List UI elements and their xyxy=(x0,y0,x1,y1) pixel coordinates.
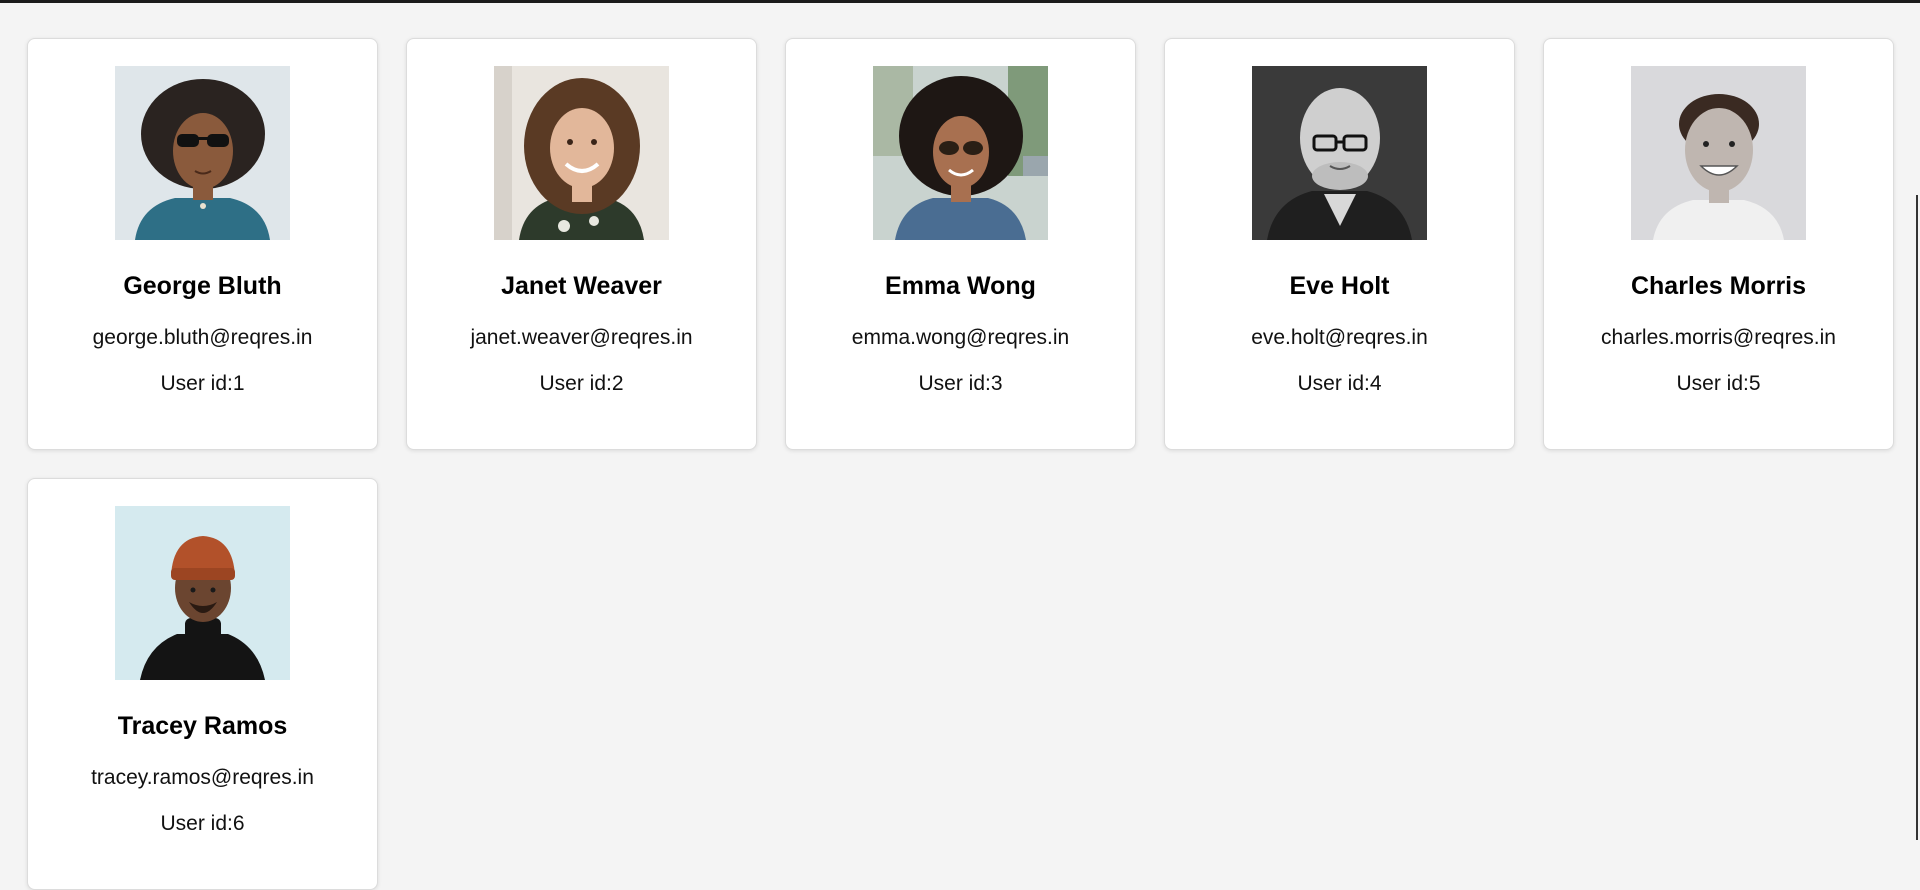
user-email: eve.holt@reqres.in xyxy=(1251,326,1428,349)
user-card: Eve Holt eve.holt@reqres.in User id:4 xyxy=(1164,38,1515,450)
user-id: User id:6 xyxy=(160,812,245,835)
user-name: Tracey Ramos xyxy=(117,712,288,740)
user-card: Charles Morris charles.morris@reqres.in … xyxy=(1543,38,1894,450)
user-email: tracey.ramos@reqres.in xyxy=(91,766,314,789)
avatar xyxy=(115,66,290,240)
user-email: janet.weaver@reqres.in xyxy=(470,326,693,349)
scrollbar[interactable] xyxy=(1914,0,1920,882)
avatar xyxy=(494,66,669,240)
user-id: User id:5 xyxy=(1676,372,1761,395)
user-card: George Bluth george.bluth@reqres.in User… xyxy=(27,38,378,450)
top-border xyxy=(0,0,1920,3)
avatar xyxy=(873,66,1048,240)
user-id: User id:4 xyxy=(1297,372,1382,395)
avatar xyxy=(1631,66,1806,240)
avatar xyxy=(115,506,290,680)
user-email: charles.morris@reqres.in xyxy=(1601,326,1836,349)
user-id: User id:1 xyxy=(160,372,245,395)
user-card: Janet Weaver janet.weaver@reqres.in User… xyxy=(406,38,757,450)
user-card-grid: George Bluth george.bluth@reqres.in User… xyxy=(27,38,1894,890)
user-card: Emma Wong emma.wong@reqres.in User id:3 xyxy=(785,38,1136,450)
user-name: Janet Weaver xyxy=(501,272,662,300)
user-id: User id:3 xyxy=(918,372,1003,395)
avatar xyxy=(1252,66,1427,240)
user-name: Charles Morris xyxy=(1630,272,1807,300)
user-email: george.bluth@reqres.in xyxy=(92,326,313,349)
user-email: emma.wong@reqres.in xyxy=(851,326,1070,349)
user-name: Emma Wong xyxy=(885,272,1036,300)
user-name: Eve Holt xyxy=(1289,272,1390,300)
scrollbar-thumb[interactable] xyxy=(1916,195,1918,840)
user-name: George Bluth xyxy=(123,272,282,300)
user-card: Tracey Ramos tracey.ramos@reqres.in User… xyxy=(27,478,378,890)
user-id: User id:2 xyxy=(539,372,624,395)
